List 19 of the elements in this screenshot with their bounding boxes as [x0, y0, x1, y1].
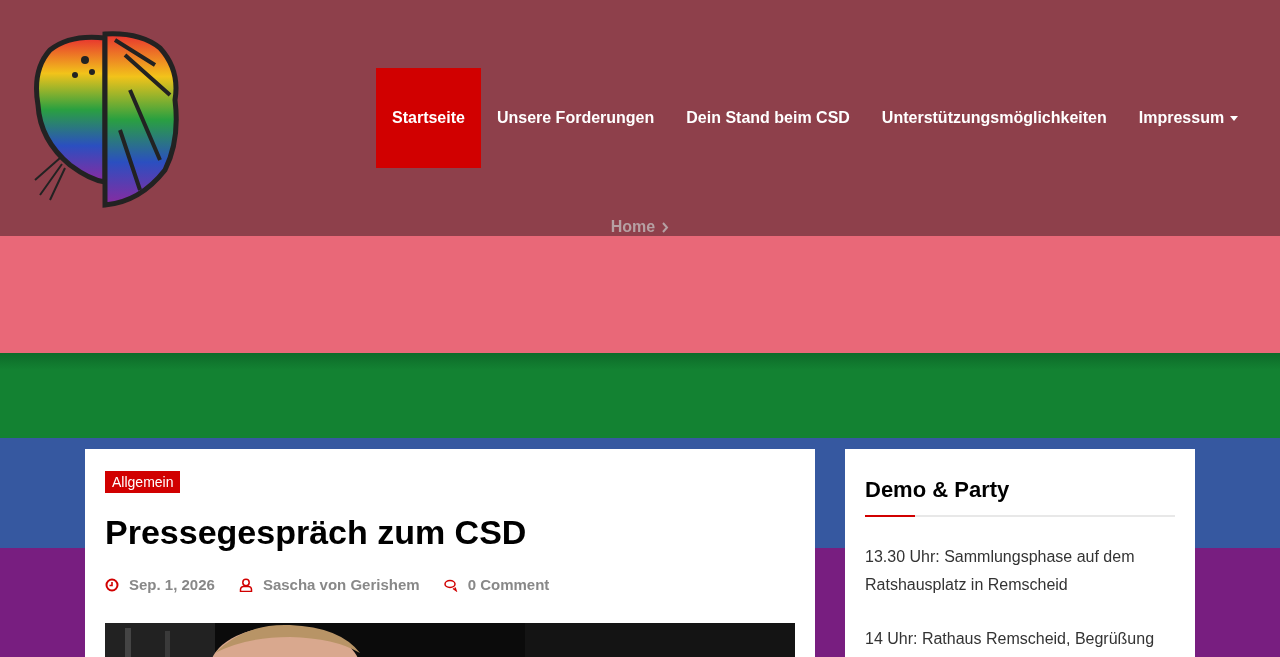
comment-count[interactable]: 0 Comment — [467, 576, 550, 593]
schedule-item: 14 Uhr: Rathaus Remscheid, Begrüßung — [865, 629, 1156, 649]
nav-item[interactable]: Startseite — [376, 68, 481, 168]
chevron-icon — [661, 221, 670, 233]
user-icon — [238, 577, 253, 592]
category-tag[interactable]: Allgemein — [105, 471, 181, 493]
nav-item[interactable]: Unterstützungsmöglichkeiten — [865, 68, 1123, 168]
post-date[interactable]: Sep. 1, 2026 — [129, 576, 215, 593]
nav-item[interactable]: Dein Stand beim CSD — [670, 68, 866, 168]
nav-item[interactable]: Impressum — [1122, 68, 1255, 168]
article-title: Pressegespräch zum CSD — [105, 513, 528, 552]
breadcrumb-link[interactable]: Home — [610, 218, 656, 236]
nav-item[interactable]: Unsere Forderungen — [480, 68, 671, 168]
schedule-item: 13.30 Uhr: Sammlungsphase auf dem Ratshausplatz in Remscheid — [865, 547, 1136, 595]
widget-title: Demo & Party — [865, 477, 1011, 503]
post-author[interactable]: Sascha von Gerishem — [262, 576, 420, 593]
caret-icon — [1230, 115, 1239, 121]
comments-icon — [443, 577, 458, 592]
clock-icon — [105, 577, 119, 592]
